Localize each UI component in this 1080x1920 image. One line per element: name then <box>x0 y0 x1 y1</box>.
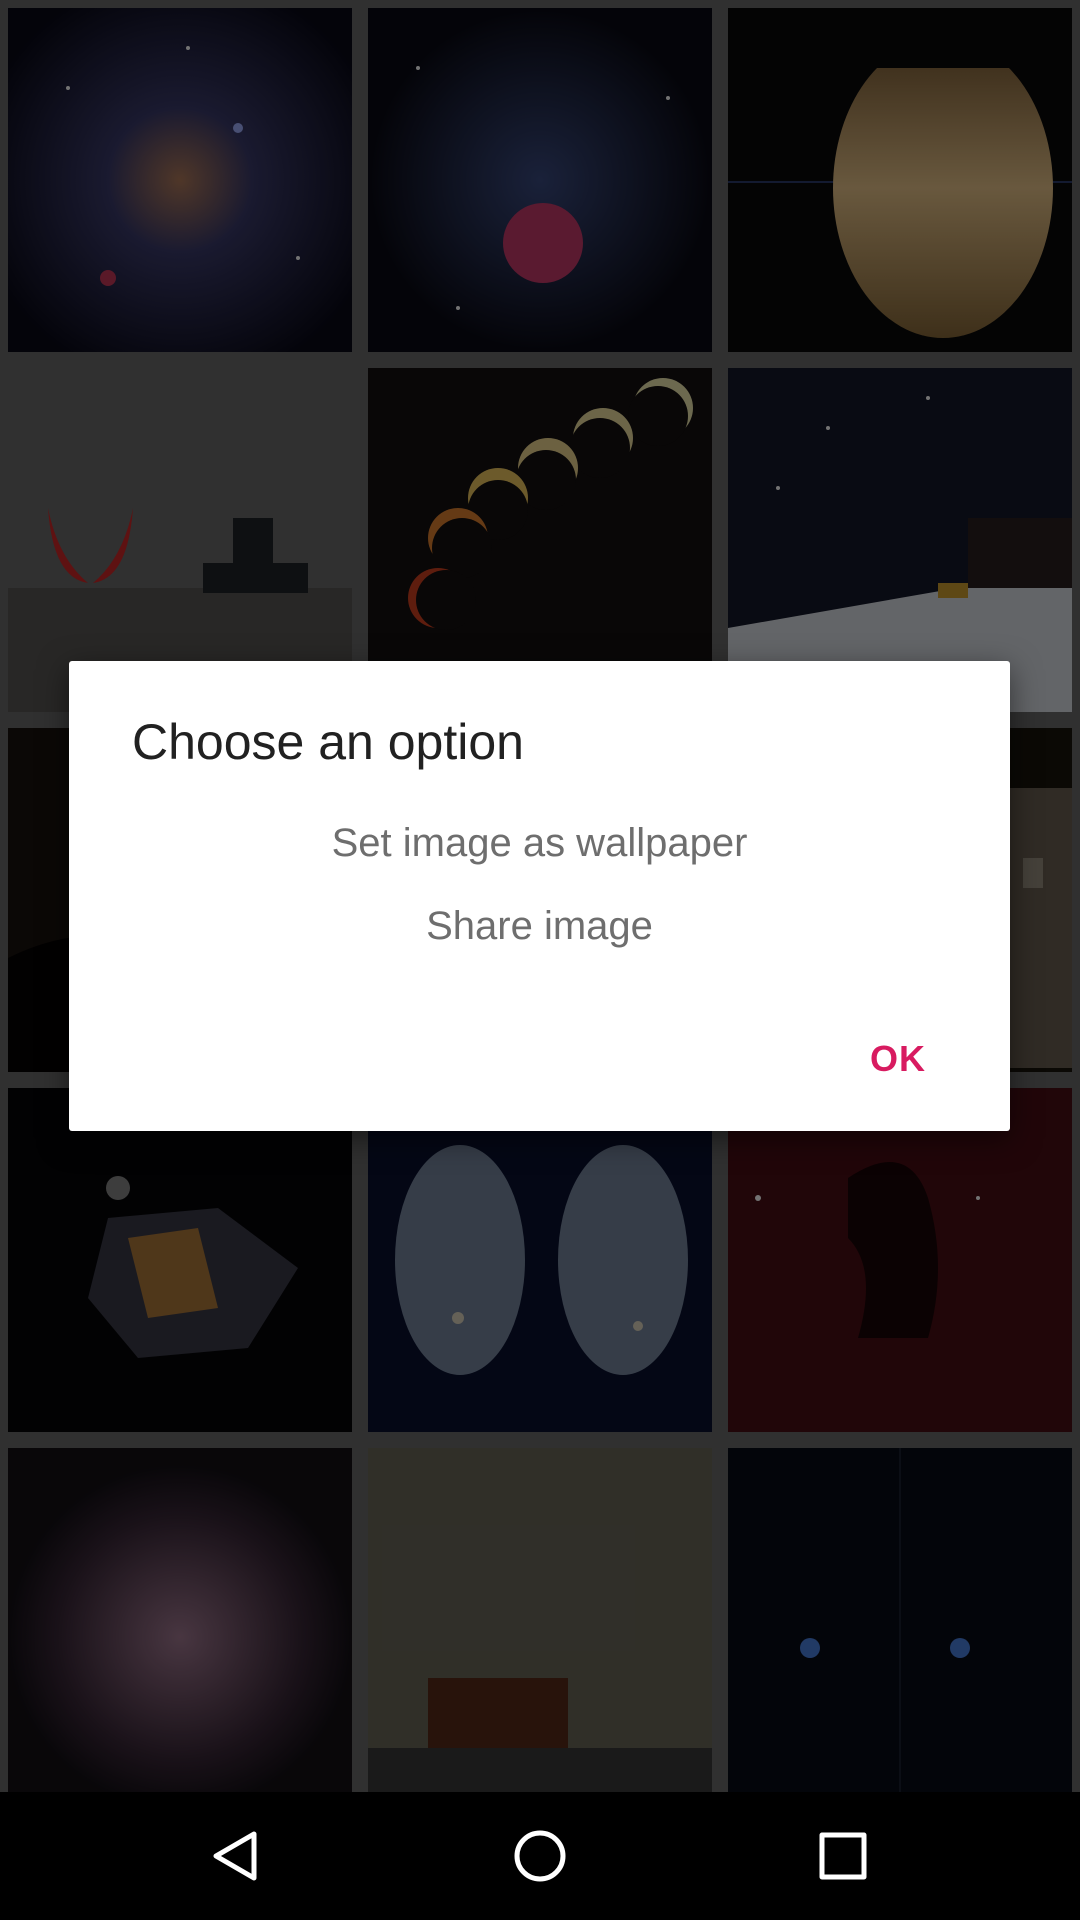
share-image-option[interactable]: Share image <box>69 904 1010 949</box>
recents-button[interactable] <box>803 1816 883 1896</box>
set-wallpaper-option[interactable]: Set image as wallpaper <box>69 821 1010 866</box>
ok-button[interactable]: OK <box>870 1038 926 1080</box>
dialog-title: Choose an option <box>132 714 524 770</box>
recents-square-icon <box>819 1832 867 1880</box>
system-navigation-bar <box>0 1792 1080 1920</box>
back-triangle-icon <box>213 1831 257 1881</box>
choose-option-dialog: Choose an option Set image as wallpaper … <box>69 661 1010 1131</box>
home-circle-icon <box>514 1830 566 1882</box>
home-button[interactable] <box>500 1816 580 1896</box>
back-button[interactable] <box>196 1816 276 1896</box>
